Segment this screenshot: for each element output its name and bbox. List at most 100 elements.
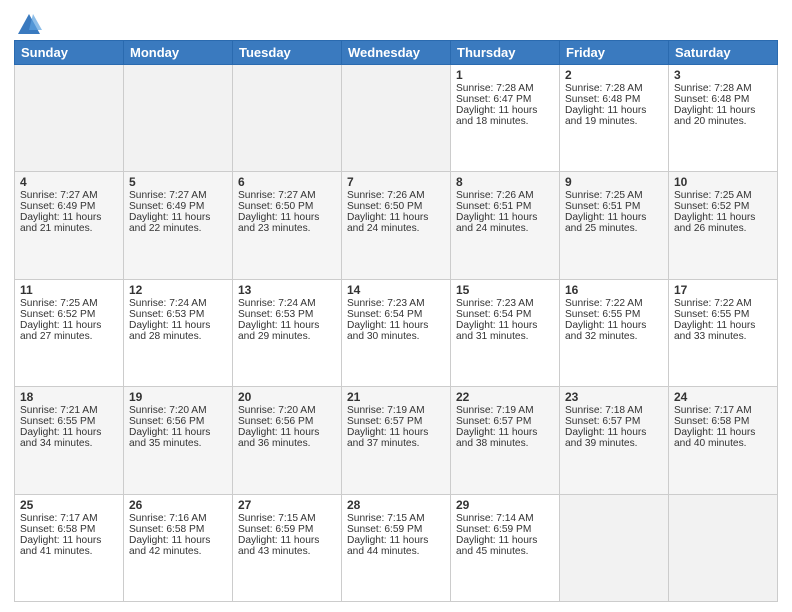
day-info: Daylight: 11 hours and 37 minutes. xyxy=(347,427,445,449)
day-info: Daylight: 11 hours and 22 minutes. xyxy=(129,212,227,234)
day-info: Sunrise: 7:28 AM xyxy=(674,83,772,94)
day-info: Sunset: 6:56 PM xyxy=(129,416,227,427)
day-info: Daylight: 11 hours and 24 minutes. xyxy=(456,212,554,234)
calendar-cell xyxy=(233,65,342,172)
day-info: Sunrise: 7:20 AM xyxy=(129,405,227,416)
calendar-cell xyxy=(124,65,233,172)
calendar-cell: 28Sunrise: 7:15 AMSunset: 6:59 PMDayligh… xyxy=(342,494,451,601)
day-info: Sunrise: 7:19 AM xyxy=(347,405,445,416)
day-number: 5 xyxy=(129,175,227,189)
day-number: 7 xyxy=(347,175,445,189)
col-header-saturday: Saturday xyxy=(669,41,778,65)
day-info: Sunset: 6:59 PM xyxy=(238,524,336,535)
day-info: Daylight: 11 hours and 23 minutes. xyxy=(238,212,336,234)
day-number: 1 xyxy=(456,68,554,82)
day-info: Daylight: 11 hours and 30 minutes. xyxy=(347,320,445,342)
day-info: Sunset: 6:54 PM xyxy=(347,309,445,320)
calendar-cell: 21Sunrise: 7:19 AMSunset: 6:57 PMDayligh… xyxy=(342,387,451,494)
day-info: Daylight: 11 hours and 34 minutes. xyxy=(20,427,118,449)
day-number: 15 xyxy=(456,283,554,297)
calendar-week-row: 4Sunrise: 7:27 AMSunset: 6:49 PMDaylight… xyxy=(15,172,778,279)
calendar-cell: 17Sunrise: 7:22 AMSunset: 6:55 PMDayligh… xyxy=(669,279,778,386)
day-info: Sunrise: 7:15 AM xyxy=(347,513,445,524)
calendar-cell: 3Sunrise: 7:28 AMSunset: 6:48 PMDaylight… xyxy=(669,65,778,172)
day-info: Sunrise: 7:26 AM xyxy=(456,190,554,201)
day-info: Sunset: 6:55 PM xyxy=(565,309,663,320)
day-info: Sunset: 6:58 PM xyxy=(674,416,772,427)
day-info: Sunset: 6:51 PM xyxy=(565,201,663,212)
day-info: Sunset: 6:55 PM xyxy=(674,309,772,320)
day-number: 25 xyxy=(20,498,118,512)
calendar-cell: 9Sunrise: 7:25 AMSunset: 6:51 PMDaylight… xyxy=(560,172,669,279)
calendar-cell: 2Sunrise: 7:28 AMSunset: 6:48 PMDaylight… xyxy=(560,65,669,172)
calendar-cell: 6Sunrise: 7:27 AMSunset: 6:50 PMDaylight… xyxy=(233,172,342,279)
day-number: 20 xyxy=(238,390,336,404)
day-info: Sunset: 6:52 PM xyxy=(674,201,772,212)
day-info: Sunset: 6:56 PM xyxy=(238,416,336,427)
calendar-week-row: 25Sunrise: 7:17 AMSunset: 6:58 PMDayligh… xyxy=(15,494,778,601)
calendar-week-row: 18Sunrise: 7:21 AMSunset: 6:55 PMDayligh… xyxy=(15,387,778,494)
calendar-table: SundayMondayTuesdayWednesdayThursdayFrid… xyxy=(14,40,778,602)
day-info: Sunset: 6:50 PM xyxy=(347,201,445,212)
day-info: Daylight: 11 hours and 25 minutes. xyxy=(565,212,663,234)
day-info: Sunrise: 7:15 AM xyxy=(238,513,336,524)
calendar-cell: 13Sunrise: 7:24 AMSunset: 6:53 PMDayligh… xyxy=(233,279,342,386)
day-number: 13 xyxy=(238,283,336,297)
day-info: Daylight: 11 hours and 40 minutes. xyxy=(674,427,772,449)
day-number: 16 xyxy=(565,283,663,297)
day-info: Sunset: 6:48 PM xyxy=(674,94,772,105)
day-number: 18 xyxy=(20,390,118,404)
day-info: Daylight: 11 hours and 19 minutes. xyxy=(565,105,663,127)
day-info: Daylight: 11 hours and 28 minutes. xyxy=(129,320,227,342)
day-info: Daylight: 11 hours and 26 minutes. xyxy=(674,212,772,234)
day-info: Daylight: 11 hours and 36 minutes. xyxy=(238,427,336,449)
day-info: Sunset: 6:52 PM xyxy=(20,309,118,320)
day-info: Sunset: 6:50 PM xyxy=(238,201,336,212)
day-info: Daylight: 11 hours and 42 minutes. xyxy=(129,535,227,557)
day-info: Sunset: 6:57 PM xyxy=(347,416,445,427)
day-number: 14 xyxy=(347,283,445,297)
day-info: Sunrise: 7:25 AM xyxy=(674,190,772,201)
calendar-cell: 22Sunrise: 7:19 AMSunset: 6:57 PMDayligh… xyxy=(451,387,560,494)
day-info: Sunrise: 7:26 AM xyxy=(347,190,445,201)
calendar-cell: 15Sunrise: 7:23 AMSunset: 6:54 PMDayligh… xyxy=(451,279,560,386)
calendar-cell: 27Sunrise: 7:15 AMSunset: 6:59 PMDayligh… xyxy=(233,494,342,601)
calendar-cell: 1Sunrise: 7:28 AMSunset: 6:47 PMDaylight… xyxy=(451,65,560,172)
day-info: Daylight: 11 hours and 31 minutes. xyxy=(456,320,554,342)
day-info: Sunrise: 7:21 AM xyxy=(20,405,118,416)
calendar-cell: 26Sunrise: 7:16 AMSunset: 6:58 PMDayligh… xyxy=(124,494,233,601)
day-number: 21 xyxy=(347,390,445,404)
col-header-friday: Friday xyxy=(560,41,669,65)
col-header-wednesday: Wednesday xyxy=(342,41,451,65)
day-info: Sunset: 6:47 PM xyxy=(456,94,554,105)
day-number: 27 xyxy=(238,498,336,512)
day-number: 11 xyxy=(20,283,118,297)
day-info: Sunrise: 7:23 AM xyxy=(456,298,554,309)
day-number: 8 xyxy=(456,175,554,189)
day-info: Daylight: 11 hours and 44 minutes. xyxy=(347,535,445,557)
calendar-cell: 25Sunrise: 7:17 AMSunset: 6:58 PMDayligh… xyxy=(15,494,124,601)
calendar-cell: 5Sunrise: 7:27 AMSunset: 6:49 PMDaylight… xyxy=(124,172,233,279)
calendar-week-row: 11Sunrise: 7:25 AMSunset: 6:52 PMDayligh… xyxy=(15,279,778,386)
day-info: Daylight: 11 hours and 24 minutes. xyxy=(347,212,445,234)
calendar-cell: 8Sunrise: 7:26 AMSunset: 6:51 PMDaylight… xyxy=(451,172,560,279)
calendar-cell: 11Sunrise: 7:25 AMSunset: 6:52 PMDayligh… xyxy=(15,279,124,386)
day-info: Sunrise: 7:27 AM xyxy=(20,190,118,201)
day-info: Sunrise: 7:27 AM xyxy=(129,190,227,201)
day-info: Sunset: 6:49 PM xyxy=(129,201,227,212)
calendar-cell: 12Sunrise: 7:24 AMSunset: 6:53 PMDayligh… xyxy=(124,279,233,386)
day-number: 28 xyxy=(347,498,445,512)
day-info: Sunset: 6:57 PM xyxy=(565,416,663,427)
day-info: Sunset: 6:57 PM xyxy=(456,416,554,427)
calendar-cell: 10Sunrise: 7:25 AMSunset: 6:52 PMDayligh… xyxy=(669,172,778,279)
calendar-cell xyxy=(669,494,778,601)
calendar-cell: 18Sunrise: 7:21 AMSunset: 6:55 PMDayligh… xyxy=(15,387,124,494)
day-number: 22 xyxy=(456,390,554,404)
calendar-cell: 16Sunrise: 7:22 AMSunset: 6:55 PMDayligh… xyxy=(560,279,669,386)
calendar-cell xyxy=(15,65,124,172)
day-info: Sunset: 6:53 PM xyxy=(238,309,336,320)
day-info: Sunrise: 7:25 AM xyxy=(565,190,663,201)
day-number: 24 xyxy=(674,390,772,404)
day-info: Sunrise: 7:27 AM xyxy=(238,190,336,201)
day-info: Daylight: 11 hours and 18 minutes. xyxy=(456,105,554,127)
